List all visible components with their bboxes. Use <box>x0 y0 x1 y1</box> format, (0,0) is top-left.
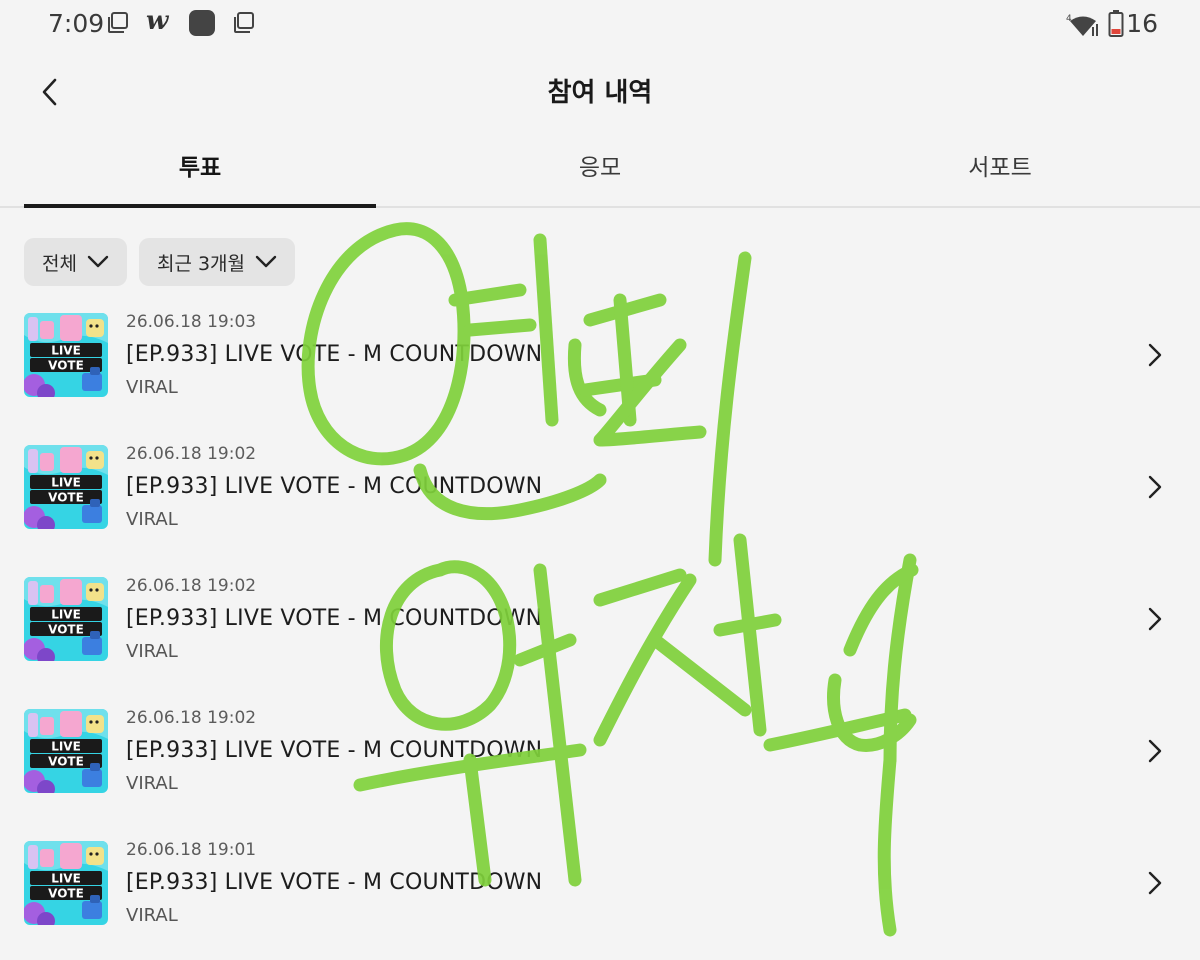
tab-support[interactable]: 서포트 <box>800 130 1200 206</box>
list-item[interactable]: LIVE VOTE 26.06.18 19:02 [EP.933] LIVE V… <box>0 564 1200 696</box>
svg-text:4: 4 <box>1066 14 1072 24</box>
item-subtitle: VIRAL <box>126 509 178 530</box>
status-time: 7:09 <box>48 9 105 38</box>
item-title: [EP.933] LIVE VOTE - M COUNTDOWN <box>126 870 543 895</box>
live-vote-thumbnail: LIVE VOTE <box>24 445 108 529</box>
svg-text:VOTE: VOTE <box>48 491 84 505</box>
chevron-right-icon <box>1148 343 1162 367</box>
svg-text:LIVE: LIVE <box>51 344 81 358</box>
chevron-down-icon <box>255 255 277 268</box>
chevron-right-icon <box>1148 607 1162 631</box>
tab-entry[interactable]: 응모 <box>400 130 800 206</box>
battery-level: 16 <box>1126 9 1158 38</box>
item-date: 26.06.18 19:02 <box>126 444 257 464</box>
filter-period-label: 최근 3개월 <box>156 252 246 275</box>
live-vote-thumbnail: LIVE VOTE <box>24 577 108 661</box>
chevron-right-icon <box>1148 739 1162 763</box>
svg-text:VOTE: VOTE <box>48 623 84 637</box>
svg-text:LIVE: LIVE <box>51 872 81 886</box>
list-item[interactable]: LIVE VOTE 26.06.18 19:02 [EP.933] LIVE V… <box>0 432 1200 564</box>
svg-text:LIVE: LIVE <box>51 608 81 622</box>
vote-history-list: LIVE VOTE 26.06.18 19:03 [EP.933] LIVE V… <box>0 300 1200 960</box>
svg-text:VOTE: VOTE <box>48 359 84 373</box>
status-bar: 7:09 w 4 16 <box>0 0 1200 50</box>
page-title: 참여 내역 <box>547 78 653 108</box>
item-subtitle: VIRAL <box>126 377 178 398</box>
svg-text:LIVE: LIVE <box>51 740 81 754</box>
item-title: [EP.933] LIVE VOTE - M COUNTDOWN <box>126 606 543 631</box>
list-item[interactable]: LIVE VOTE 26.06.18 19:03 [EP.933] LIVE V… <box>0 300 1200 432</box>
item-date: 26.06.18 19:02 <box>126 708 257 728</box>
item-date: 26.06.18 19:01 <box>126 840 257 860</box>
copy-icon <box>234 12 254 33</box>
item-date: 26.06.18 19:02 <box>126 576 257 596</box>
weverse-icon: w <box>146 6 169 36</box>
chevron-down-icon <box>87 255 109 268</box>
filter-all-dropdown[interactable]: 전체 <box>24 238 127 286</box>
live-vote-thumbnail: LIVE VOTE <box>24 841 108 925</box>
item-title: [EP.933] LIVE VOTE - M COUNTDOWN <box>126 474 543 499</box>
item-subtitle: VIRAL <box>126 905 178 926</box>
wifi-icon: 4 <box>1066 14 1098 36</box>
item-subtitle: VIRAL <box>126 773 178 794</box>
svg-text:VOTE: VOTE <box>48 755 84 769</box>
tab-bar: 투표 응모 서포트 <box>0 130 1200 208</box>
item-date: 26.06.18 19:03 <box>126 312 257 332</box>
list-item[interactable]: LIVE VOTE 26.06.18 19:01 [EP.933] LIVE V… <box>0 828 1200 960</box>
chevron-right-icon <box>1148 475 1162 499</box>
live-vote-thumbnail: LIVE VOTE <box>24 313 108 397</box>
tab-vote[interactable]: 투표 <box>0 130 400 208</box>
item-subtitle: VIRAL <box>126 641 178 662</box>
item-title: [EP.933] LIVE VOTE - M COUNTDOWN <box>126 342 543 367</box>
filter-bar: 전체 최근 3개월 <box>24 238 296 286</box>
chevron-right-icon <box>1148 871 1162 895</box>
svg-text:VOTE: VOTE <box>48 887 84 901</box>
svg-text:LIVE: LIVE <box>51 476 81 490</box>
copy-icon <box>108 12 128 33</box>
header: 참여 내역 <box>0 50 1200 130</box>
app-square-icon <box>189 10 215 36</box>
battery-icon <box>1108 10 1124 37</box>
list-item[interactable]: LIVE VOTE 26.06.18 19:02 [EP.933] LIVE V… <box>0 696 1200 828</box>
item-title: [EP.933] LIVE VOTE - M COUNTDOWN <box>126 738 543 763</box>
live-vote-thumbnail: LIVE VOTE <box>24 709 108 793</box>
filter-period-dropdown[interactable]: 최근 3개월 <box>138 238 296 286</box>
filter-all-label: 전체 <box>42 252 77 275</box>
